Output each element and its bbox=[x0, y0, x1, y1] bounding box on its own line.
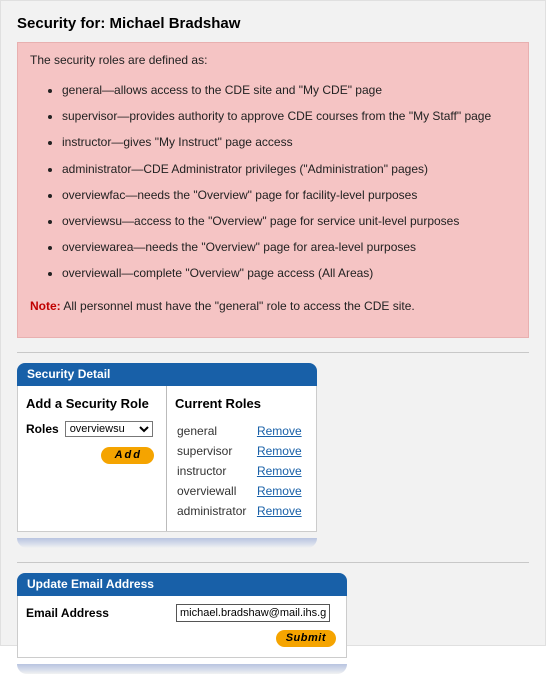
security-detail-body: Add a Security Role Roles overviewsu Add… bbox=[17, 386, 317, 532]
table-row: supervisor Remove bbox=[175, 441, 308, 461]
add-role-row: Roles overviewsu bbox=[26, 421, 158, 437]
roles-definition-list: general—allows access to the CDE site an… bbox=[30, 77, 516, 287]
table-row: overviewall Remove bbox=[175, 481, 308, 501]
role-name-cell: instructor bbox=[175, 461, 255, 481]
panel-shadow bbox=[17, 538, 317, 548]
role-name-cell: overviewall bbox=[175, 481, 255, 501]
roles-note: Note: All personnel must have the "gener… bbox=[30, 299, 516, 313]
add-button[interactable]: Add bbox=[101, 447, 154, 464]
role-def-item: supervisor—provides authority to approve… bbox=[62, 103, 516, 129]
role-name-cell: supervisor bbox=[175, 441, 255, 461]
role-name-cell: administrator bbox=[175, 501, 255, 521]
role-def-item: overviewfac—needs the "Overview" page fo… bbox=[62, 182, 516, 208]
submit-row: Submit bbox=[26, 628, 338, 647]
note-label: Note: bbox=[30, 299, 61, 313]
roles-intro: The security roles are defined as: bbox=[30, 53, 516, 67]
security-detail-panel: Security Detail Add a Security Role Role… bbox=[17, 363, 317, 532]
email-panel: Update Email Address Email Address Submi… bbox=[17, 573, 347, 658]
remove-link[interactable]: Remove bbox=[257, 444, 302, 458]
email-panel-body: Email Address Submit bbox=[17, 596, 347, 658]
role-name-cell: general bbox=[175, 421, 255, 441]
email-row: Email Address bbox=[26, 604, 338, 622]
remove-link[interactable]: Remove bbox=[257, 504, 302, 518]
remove-link[interactable]: Remove bbox=[257, 464, 302, 478]
submit-button[interactable]: Submit bbox=[276, 630, 336, 647]
role-def-item: overviewarea—needs the "Overview" page f… bbox=[62, 234, 516, 260]
security-detail-header: Security Detail bbox=[17, 363, 317, 386]
roles-select[interactable]: overviewsu bbox=[65, 421, 153, 437]
role-def-item: general—allows access to the CDE site an… bbox=[62, 77, 516, 103]
email-panel-header: Update Email Address bbox=[17, 573, 347, 596]
page-title: Security for: Michael Bradshaw bbox=[17, 15, 529, 32]
add-button-row: Add bbox=[26, 445, 158, 464]
remove-link[interactable]: Remove bbox=[257, 424, 302, 438]
note-text: All personnel must have the "general" ro… bbox=[61, 299, 415, 313]
email-field[interactable] bbox=[176, 604, 330, 622]
current-roles-table: general Remove supervisor Remove instruc… bbox=[175, 421, 308, 521]
person-name: Michael Bradshaw bbox=[110, 15, 241, 32]
panel-shadow bbox=[17, 664, 347, 674]
add-role-heading: Add a Security Role bbox=[26, 396, 158, 411]
table-row: instructor Remove bbox=[175, 461, 308, 481]
current-roles-column: Current Roles general Remove supervisor … bbox=[167, 386, 316, 531]
current-roles-heading: Current Roles bbox=[175, 396, 308, 411]
divider bbox=[17, 562, 529, 563]
divider bbox=[17, 352, 529, 353]
remove-link[interactable]: Remove bbox=[257, 484, 302, 498]
role-def-item: overviewall—complete "Overview" page acc… bbox=[62, 260, 516, 286]
role-def-item: administrator—CDE Administrator privileg… bbox=[62, 156, 516, 182]
add-role-column: Add a Security Role Roles overviewsu Add bbox=[18, 386, 167, 531]
roles-label: Roles bbox=[26, 422, 59, 436]
title-prefix: Security for: bbox=[17, 15, 110, 32]
role-def-item: instructor—gives "My Instruct" page acce… bbox=[62, 129, 516, 155]
table-row: general Remove bbox=[175, 421, 308, 441]
page-container: Security for: Michael Bradshaw The secur… bbox=[0, 0, 546, 646]
email-label: Email Address bbox=[26, 606, 176, 620]
table-row: administrator Remove bbox=[175, 501, 308, 521]
roles-info-box: The security roles are defined as: gener… bbox=[17, 42, 529, 338]
role-def-item: overviewsu—access to the "Overview" page… bbox=[62, 208, 516, 234]
